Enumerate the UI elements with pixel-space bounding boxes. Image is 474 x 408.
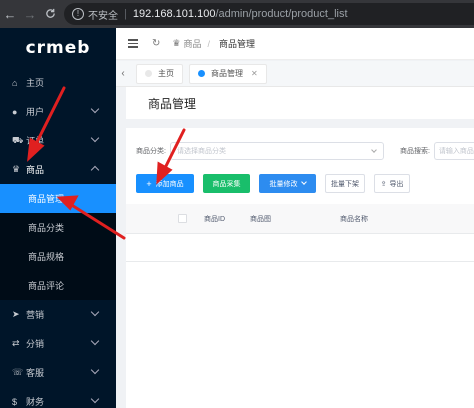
back-button[interactable]: ←	[0, 7, 20, 22]
goods-icon: ♛	[12, 164, 21, 174]
close-icon[interactable]: ✕	[251, 69, 258, 78]
table-header: 商品ID 商品图 商品名称	[126, 204, 474, 234]
goods-icon: ♛	[172, 38, 181, 48]
batch-edit-button[interactable]: 批量修改	[259, 174, 316, 193]
search-label: 商品搜索:	[399, 148, 430, 155]
table-body	[126, 234, 474, 262]
top-header: ↻ ♛ 商品 / 商品管理	[116, 28, 474, 60]
content-card: 商品分类: 请选择商品分类 商品搜索: 请输入商品名称/关键字/ID + 添加商…	[126, 128, 474, 408]
menu-toggle-icon[interactable]	[128, 37, 138, 50]
url-host: 192.168.101.100	[132, 8, 216, 20]
chevron-down-icon	[300, 179, 307, 185]
sidebar-item-label: 客服	[26, 368, 45, 378]
security-label: 不安全	[88, 10, 118, 22]
address-divider: |	[124, 8, 127, 20]
sidebar-item-home[interactable]: ⌂ 主页	[0, 68, 116, 97]
sidebar-subitem-goods-review[interactable]: 商品评论	[0, 271, 116, 300]
page-title-bar: 商品管理	[126, 87, 474, 119]
chevron-down-icon	[90, 133, 100, 143]
chevron-down-icon	[90, 104, 100, 114]
sidebar-subitem-goods-category[interactable]: 商品分类	[0, 213, 116, 242]
sidebar-subitem-goods-manage[interactable]: 商品管理	[0, 184, 116, 213]
select-all-checkbox[interactable]	[178, 214, 187, 223]
sidebar-subitem-goods-spec[interactable]: 商品规格	[0, 242, 116, 271]
browser-toolbar: ← → ! 不安全 | 192.168.101.100/admin/produc…	[0, 0, 474, 28]
breadcrumb-current: 商品管理	[219, 39, 256, 49]
sidebar-item-label: 主页	[26, 78, 45, 88]
category-select[interactable]: 请选择商品分类	[169, 142, 384, 160]
category-placeholder: 请选择商品分类	[176, 148, 226, 155]
tab-bar: ‹ 主页 商品管理 ✕	[116, 61, 474, 87]
batch-offline-button[interactable]: 批量下架	[325, 174, 365, 193]
goods-submenu: 商品管理 商品分类 商品规格 商品评论	[0, 184, 116, 300]
chevron-down-icon	[90, 365, 100, 375]
sidebar-item-finance[interactable]: $ 财务	[0, 387, 116, 408]
sidebar-item-label: 商品	[26, 165, 45, 175]
add-goods-button[interactable]: + 添加商品	[136, 174, 194, 193]
reload-icon	[45, 8, 55, 18]
chevron-left-icon[interactable]: ‹	[116, 68, 130, 79]
tab-label: 主页	[158, 69, 174, 78]
tab-dot	[145, 70, 152, 77]
export-icon: ⇪	[380, 180, 387, 188]
user-icon: ●	[12, 106, 18, 117]
logo-text: crmeb	[25, 38, 91, 58]
refresh-icon[interactable]: ↻	[152, 38, 160, 49]
export-button[interactable]: ⇪ 导出	[374, 174, 410, 193]
chevron-up-icon	[90, 165, 100, 175]
action-buttons: + 添加商品 商品采集 批量修改 批量下架 ⇪ 导出	[136, 174, 419, 193]
sidebar: crmeb ⌂ 主页 ● 用户 ⛟ 订单 ♛ 商品 商品管理 商品分类 商品规格…	[0, 28, 116, 408]
sidebar-item-label: 用户	[26, 107, 45, 117]
breadcrumb-root[interactable]: 商品	[183, 37, 201, 50]
address-bar[interactable]: ! 不安全 | 192.168.101.100/admin/product/pr…	[64, 3, 474, 25]
page-title: 商品管理	[148, 96, 197, 111]
sidebar-item-service[interactable]: ☏ 客服	[0, 358, 116, 387]
sidebar-item-marketing[interactable]: ➤ 营销	[0, 300, 116, 329]
cart-icon: ⛟	[12, 134, 24, 145]
search-input[interactable]: 请输入商品名称/关键字/ID	[433, 142, 474, 160]
chevron-down-icon	[90, 307, 100, 317]
send-icon: ➤	[12, 309, 20, 319]
home-icon: ⌂	[12, 77, 18, 88]
search-placeholder: 请输入商品名称/关键字/ID	[438, 148, 474, 155]
sidebar-item-label: 分销	[26, 339, 45, 349]
collect-goods-button[interactable]: 商品采集	[203, 174, 250, 193]
batch-edit-label: 批量修改	[269, 180, 298, 188]
breadcrumb-separator: /	[207, 38, 210, 49]
sidebar-item-label: 订单	[26, 136, 45, 146]
reload-button[interactable]	[40, 7, 60, 22]
sidebar-item-order[interactable]: ⛟ 订单	[0, 126, 116, 155]
sidebar-item-label: 财务	[26, 397, 45, 407]
tab-label: 商品管理	[211, 69, 243, 78]
category-label: 商品分类:	[136, 148, 166, 155]
chevron-down-icon	[90, 336, 100, 346]
info-circle-icon[interactable]: !	[72, 8, 84, 20]
column-header-name: 商品名称	[340, 216, 368, 223]
column-header-image: 商品图	[250, 216, 271, 223]
money-icon: $	[12, 396, 18, 407]
tab-goods-manage[interactable]: 商品管理 ✕	[189, 63, 267, 84]
tab-dot	[198, 70, 205, 77]
forward-button[interactable]: →	[20, 7, 40, 22]
sidebar-item-user[interactable]: ● 用户	[0, 97, 116, 126]
export-label: 导出	[389, 180, 404, 188]
tab-home[interactable]: 主页	[136, 63, 183, 84]
sidebar-item-distribution[interactable]: ⇄ 分销	[0, 329, 116, 358]
chevron-down-icon	[371, 147, 377, 153]
sidebar-item-label: 营销	[26, 310, 45, 320]
chevron-down-icon	[90, 394, 100, 404]
service-icon: ☏	[12, 367, 24, 377]
column-header-id[interactable]: 商品ID	[204, 214, 225, 224]
share-icon: ⇄	[12, 338, 20, 348]
url-path: /admin/product/product_list	[215, 8, 348, 20]
logo[interactable]: crmeb	[0, 28, 116, 68]
plus-icon: +	[146, 178, 152, 189]
add-goods-label: 添加商品	[155, 180, 184, 188]
sidebar-item-goods[interactable]: ♛ 商品	[0, 155, 116, 184]
filter-row: 商品分类: 请选择商品分类 商品搜索: 请输入商品名称/关键字/ID	[136, 142, 474, 160]
